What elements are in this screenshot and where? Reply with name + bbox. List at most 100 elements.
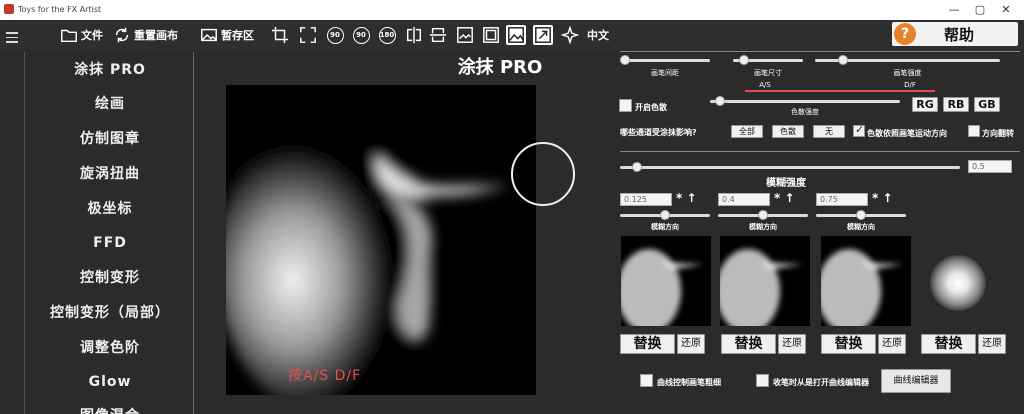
title-bar: Toys for the FX Artist — ▢ ✕ <box>0 0 1024 20</box>
sidebar-item-clone-stamp[interactable]: 仿制图章 <box>25 125 193 153</box>
restore-button-1[interactable]: 还原 <box>677 334 705 354</box>
enable-dispersion-checkbox[interactable] <box>619 99 632 112</box>
canvas-hint: 按A/S D/F <box>288 368 362 384</box>
blur-dir-label-3: 模糊方向 <box>847 223 875 231</box>
blur-input-1[interactable]: 0.125 <box>620 193 672 206</box>
toolbar: 文件 重置画布 暂存区 90 90 180 中文 <box>0 20 1024 50</box>
replace-button-2[interactable]: 替换 <box>721 334 776 354</box>
gb-button[interactable]: GB <box>974 97 1000 112</box>
image-icon <box>201 28 217 42</box>
dir-flip-checkbox[interactable] <box>968 125 980 137</box>
hotkey-df: D/F <box>904 81 916 89</box>
sidebar-item-image-blend[interactable]: 图像混合 <box>25 402 193 414</box>
image-mountain-icon[interactable] <box>506 25 526 45</box>
blur-strength-slider[interactable] <box>620 162 960 172</box>
image-adjust-icon[interactable] <box>455 25 475 45</box>
restore-button[interactable]: ▢ <box>972 2 988 18</box>
blur-dir-slider-1[interactable] <box>620 210 710 220</box>
brush-spacing-slider[interactable] <box>619 55 710 65</box>
replace-button-1[interactable]: 替换 <box>620 334 675 354</box>
paint-canvas[interactable] <box>226 85 536 395</box>
curve-open-label: 收笔时从是打开曲线编辑器 <box>773 378 869 387</box>
dispersion-strength-slider[interactable] <box>710 96 900 106</box>
restore-button-3[interactable]: 还原 <box>878 334 906 354</box>
file-button[interactable]: 文件 <box>60 24 103 46</box>
sidebar-item-polar[interactable]: 极坐标 <box>25 195 193 223</box>
arrow-up-icon-2: * ↑ <box>774 191 795 205</box>
rotate-180-icon[interactable]: 180 <box>377 25 397 45</box>
curve-open-checkbox[interactable] <box>756 374 769 387</box>
blur-dir-slider-3[interactable] <box>816 210 906 220</box>
rg-button[interactable]: RG <box>912 97 938 112</box>
preview-thumb-1 <box>621 236 711 326</box>
help-icon: ? <box>894 23 916 45</box>
preview-thumb-2 <box>720 236 810 326</box>
disp-follow-checkbox[interactable] <box>853 123 865 137</box>
image-frame-icon[interactable] <box>481 25 501 45</box>
restore-button-4[interactable]: 还原 <box>978 334 1006 354</box>
channels-question: 哪些通道受涂抹影响? <box>620 128 697 137</box>
sidebar-item-control-warp-local[interactable]: 控制变形（局部） <box>25 299 193 327</box>
curve-control-label: 曲线控制画笔粗细 <box>657 378 721 387</box>
replace-button-4[interactable]: 替换 <box>921 334 976 354</box>
channels-dispersion-button[interactable]: 色散 <box>772 125 804 138</box>
folder-icon <box>61 29 77 43</box>
window-title: Toys for the FX Artist <box>18 5 102 14</box>
blur-dir-knob-2[interactable] <box>758 210 768 220</box>
sidebar-item-paint[interactable]: 绘画 <box>25 90 193 118</box>
sidebar-item-swirl[interactable]: 旋涡扭曲 <box>25 160 193 188</box>
menu-icon[interactable] <box>6 32 18 44</box>
flip-horizontal-icon[interactable] <box>404 25 424 45</box>
language-button[interactable]: 中文 <box>587 24 609 46</box>
disp-follow-label: 色散依照画笔运动方向 <box>867 129 947 138</box>
restore-button-2[interactable]: 还原 <box>778 334 806 354</box>
brush-size-slider[interactable] <box>733 55 803 65</box>
blur-input-3[interactable]: 0.75 <box>816 193 868 206</box>
sparkle-icon[interactable] <box>560 25 580 45</box>
sidebar-item-levels[interactable]: 调整色阶 <box>25 334 193 362</box>
help-label: 帮助 <box>944 26 975 44</box>
blur-dir-knob-1[interactable] <box>660 210 670 220</box>
brush-strength-slider[interactable] <box>815 55 1000 65</box>
help-button[interactable]: ? 帮助 <box>892 22 1018 46</box>
dispersion-strength-knob[interactable] <box>714 96 725 106</box>
replace-button-3[interactable]: 替换 <box>821 334 876 354</box>
refresh-icon <box>115 27 129 43</box>
curve-control-checkbox[interactable] <box>640 374 653 387</box>
blur-dir-label-2: 模糊方向 <box>749 223 777 231</box>
blur-dir-slider-2[interactable] <box>718 210 808 220</box>
panel-top-divider <box>620 51 1020 52</box>
brush-strength-knob[interactable] <box>837 55 848 65</box>
sidebar-item-control-warp[interactable]: 控制变形 <box>25 264 193 292</box>
rotate-90-cw-icon[interactable]: 90 <box>351 25 371 45</box>
blur-input-2[interactable]: 0.4 <box>718 193 770 206</box>
sidebar-item-ffd[interactable]: FFD <box>25 229 193 257</box>
fit-icon[interactable] <box>298 25 318 45</box>
sidebar: 涂抹 PRO 绘画 仿制图章 旋涡扭曲 极坐标 FFD 控制变形 控制变形（局部… <box>24 52 194 414</box>
app-window: Toys for the FX Artist — ▢ ✕ 文件 重置画布 暂存区… <box>0 0 1024 414</box>
rb-button[interactable]: RB <box>943 97 969 112</box>
hotkey-underline <box>745 90 935 92</box>
channels-all-button[interactable]: 全部 <box>731 125 763 138</box>
blur-strength-value[interactable]: 0.5 <box>968 160 1012 173</box>
dir-flip-label: 方向翻转 <box>982 129 1014 138</box>
image-export-icon[interactable] <box>533 25 553 45</box>
sidebar-item-smudge-pro[interactable]: 涂抹 PRO <box>25 56 193 84</box>
dispersion-strength-label: 色散强度 <box>791 108 819 116</box>
curve-editor-button[interactable]: 曲线编辑器 <box>881 369 951 393</box>
brush-spacing-knob[interactable] <box>619 55 630 65</box>
scratch-button[interactable]: 暂存区 <box>200 24 254 46</box>
reset-canvas-button[interactable]: 重置画布 <box>113 24 178 46</box>
smudge-image <box>226 85 536 395</box>
crop-icon[interactable] <box>270 25 290 45</box>
close-button[interactable]: ✕ <box>998 2 1014 18</box>
blur-strength-knob[interactable] <box>632 162 642 172</box>
flip-vertical-icon[interactable] <box>428 25 448 45</box>
blur-dir-knob-3[interactable] <box>856 210 866 220</box>
brush-size-knob[interactable] <box>738 55 749 65</box>
channels-none-button[interactable]: 无 <box>813 125 845 138</box>
blur-strength-label: 模糊强度 <box>766 178 806 189</box>
rotate-90-ccw-icon[interactable]: 90 <box>325 25 345 45</box>
sidebar-item-glow[interactable]: Glow <box>25 368 193 396</box>
minimize-button[interactable]: — <box>946 2 962 18</box>
